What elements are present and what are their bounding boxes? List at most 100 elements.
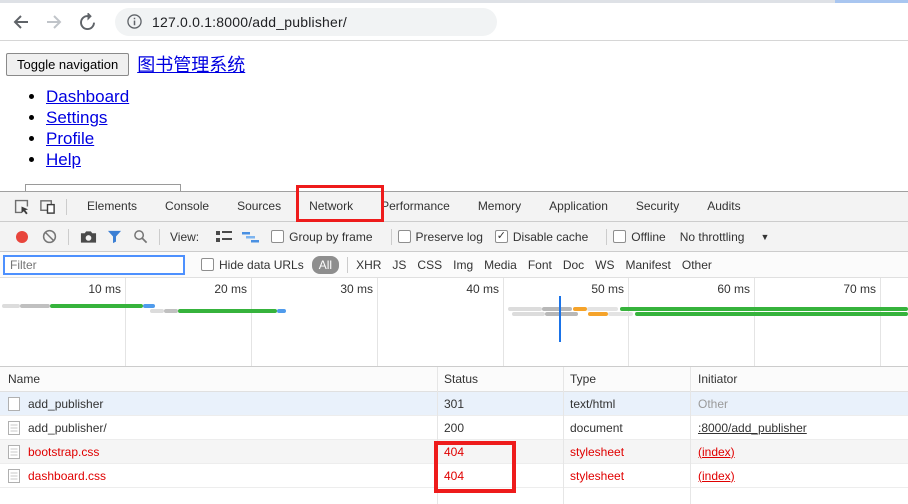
column-divider [437, 367, 438, 504]
tab-memory[interactable]: Memory [464, 192, 535, 221]
offline-label: Offline [631, 229, 666, 244]
filter-type-ws[interactable]: WS [595, 258, 614, 272]
filter-type-doc[interactable]: Doc [563, 258, 584, 272]
request-name: bootstrap.css [28, 444, 100, 459]
back-button[interactable] [9, 10, 33, 34]
request-initiator: Other [698, 396, 729, 411]
browser-tab-strip [0, 0, 908, 3]
filter-type-media[interactable]: Media [484, 258, 517, 272]
address-bar[interactable]: 127.0.0.1:8000/add_publisher/ [115, 7, 497, 36]
tab-application[interactable]: Application [535, 192, 622, 221]
tab-console[interactable]: Console [151, 192, 223, 221]
gridline [880, 278, 881, 366]
network-overview-timeline[interactable]: 10 ms 20 ms 30 ms 40 ms 50 ms 60 ms 70 m… [0, 278, 908, 367]
inspect-element-button[interactable] [8, 196, 34, 218]
nav-link-profile[interactable]: Profile [46, 129, 94, 148]
filter-type-manifest[interactable]: Manifest [626, 258, 671, 272]
waterfall-bar [573, 307, 587, 311]
nav-link-help[interactable]: Help [46, 150, 81, 169]
filter-type-font[interactable]: Font [528, 258, 552, 272]
waterfall-bar [512, 312, 545, 316]
request-initiator-link[interactable]: (index) [698, 469, 735, 483]
filter-type-xhr[interactable]: XHR [356, 258, 381, 272]
disable-cache-checkbox[interactable] [494, 230, 508, 243]
waterfall-overview-icon [241, 231, 259, 242]
throttling-dropdown[interactable]: No throttling ▼ [680, 230, 770, 244]
gridline [628, 278, 629, 366]
hide-data-urls-checkbox[interactable] [201, 258, 214, 271]
page-nav-list: Dashboard Settings Profile Help [46, 88, 908, 168]
filter-button[interactable] [101, 226, 127, 248]
tick-label: 20 ms [214, 282, 247, 296]
network-toolbar: View: Group by frame Preserve log Disabl… [0, 222, 908, 252]
brand-link[interactable]: 图书管理系统 [137, 51, 245, 77]
throttling-value: No throttling [679, 229, 745, 244]
tick-label: 10 ms [88, 282, 121, 296]
filter-type-all[interactable]: All [311, 255, 340, 274]
tab-security[interactable]: Security [622, 192, 693, 221]
waterfall-bar [143, 304, 155, 308]
waterfall-bar [508, 307, 542, 311]
filter-type-img[interactable]: Img [453, 258, 473, 272]
device-toolbar-button[interactable] [34, 196, 60, 218]
clear-button[interactable] [36, 226, 62, 248]
waterfall-bar [20, 304, 50, 308]
gridline [377, 278, 378, 366]
back-arrow-icon [13, 14, 28, 29]
waterfall-bar [542, 307, 572, 311]
gridline [754, 278, 755, 366]
table-row[interactable]: dashboard.css 404 stylesheet (index) [0, 464, 908, 488]
request-initiator-link[interactable]: (index) [698, 445, 735, 459]
table-row[interactable]: bootstrap.css 404 stylesheet (index) [0, 440, 908, 464]
group-by-frame-checkbox[interactable] [271, 230, 285, 243]
document-icon [8, 468, 20, 483]
refresh-button[interactable] [75, 10, 99, 34]
request-status: 404 [444, 468, 465, 483]
waterfall-bar [150, 309, 164, 313]
offline-checkbox[interactable] [613, 230, 627, 243]
tick-label: 40 ms [466, 282, 499, 296]
funnel-icon [107, 230, 121, 243]
url-text: 127.0.0.1:8000/add_publisher/ [152, 13, 347, 30]
waterfall-bar [178, 309, 277, 313]
gridline [503, 278, 504, 366]
column-header-status[interactable]: Status [437, 372, 563, 386]
tab-sources[interactable]: Sources [223, 192, 295, 221]
filter-type-js[interactable]: JS [392, 258, 406, 272]
request-status: 200 [444, 420, 465, 435]
nav-link-settings[interactable]: Settings [46, 108, 107, 127]
tab-performance[interactable]: Performance [367, 192, 464, 221]
record-button[interactable] [16, 230, 28, 243]
filter-type-css[interactable]: CSS [417, 258, 442, 272]
column-header-type[interactable]: Type [563, 372, 690, 386]
filter-type-other[interactable]: Other [682, 258, 712, 272]
filter-input[interactable] [3, 254, 185, 275]
tab-audits[interactable]: Audits [693, 192, 754, 221]
tab-elements[interactable]: Elements [73, 192, 151, 221]
table-row[interactable]: add_publisher/ 200 document :8000/add_pu… [0, 416, 908, 440]
column-header-name[interactable]: Name [0, 372, 437, 386]
column-header-initiator[interactable]: Initiator [690, 372, 908, 386]
search-button[interactable] [127, 226, 153, 248]
show-overview-toggle[interactable] [237, 226, 263, 248]
capture-screenshots-button[interactable] [75, 226, 101, 248]
list-item: Dashboard [46, 88, 908, 105]
large-rows-toggle[interactable] [211, 226, 237, 248]
waterfall-bar [635, 312, 908, 316]
forward-button[interactable] [42, 10, 66, 34]
inspect-cursor-icon [14, 199, 28, 215]
toggle-navigation-button[interactable]: Toggle navigation [6, 52, 130, 76]
divider [606, 228, 608, 245]
tab-network[interactable]: Network [295, 192, 367, 221]
preserve-log-checkbox[interactable] [397, 230, 411, 243]
site-info-icon[interactable] [127, 14, 142, 29]
clear-icon [42, 229, 56, 244]
document-icon [8, 420, 20, 435]
browser-toolbar: 127.0.0.1:8000/add_publisher/ [0, 3, 908, 41]
request-type: stylesheet [570, 444, 625, 459]
table-row[interactable]: add_publisher 301 text/html Other [0, 392, 908, 416]
request-initiator-link[interactable]: :8000/add_publisher [698, 421, 807, 435]
search-icon [133, 230, 147, 244]
devtools-panel: Elements Console Sources Network Perform… [0, 191, 908, 504]
nav-link-dashboard[interactable]: Dashboard [46, 87, 129, 106]
